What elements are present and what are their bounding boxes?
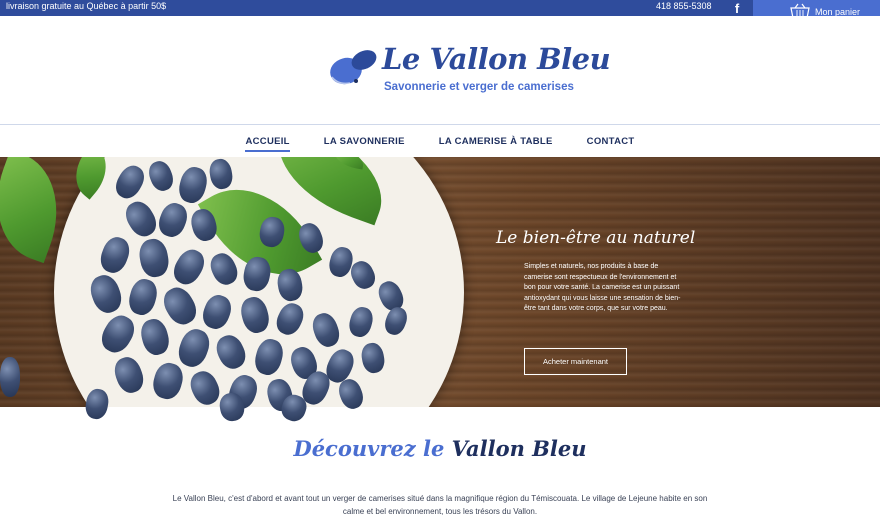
nav-item-la-camerise-a-table[interactable]: LA CAMERISE À TABLE bbox=[422, 136, 570, 147]
top-bar: livraison gratuite au Québec à partir 50… bbox=[0, 0, 880, 16]
nav-item-la-savonnerie[interactable]: LA SAVONNERIE bbox=[307, 136, 422, 147]
discover-title-part1: Découvrez le bbox=[293, 436, 445, 461]
hero-description: Simples et naturels, nos produits à base… bbox=[524, 263, 681, 312]
brand-name[interactable]: Le Vallon Bleu bbox=[382, 42, 611, 76]
phone-number[interactable]: 418 855-5308 bbox=[656, 0, 712, 13]
nav-item-accueil[interactable]: ACCUEIL bbox=[228, 136, 306, 152]
hero-title: Le bien-être au naturel bbox=[496, 228, 696, 248]
facebook-icon[interactable]: f bbox=[722, 0, 752, 16]
free-shipping-notice: livraison gratuite au Québec à partir 50… bbox=[6, 1, 167, 11]
brand-tagline: Savonnerie et verger de camerises bbox=[384, 81, 574, 93]
berry-image bbox=[0, 357, 20, 397]
discover-title-part2: Vallon Bleu bbox=[451, 436, 587, 461]
nav-item-contact[interactable]: CONTACT bbox=[570, 136, 652, 147]
discover-text: Le Vallon Bleu, c'est d'abord et avant t… bbox=[172, 494, 708, 516]
buy-now-button[interactable]: Acheter maintenant bbox=[524, 348, 627, 375]
discover-title: Découvrez le Vallon Bleu bbox=[0, 436, 880, 461]
main-nav: ACCUEIL LA SAVONNERIE LA CAMERISE À TABL… bbox=[0, 125, 880, 157]
logo-icon[interactable] bbox=[324, 47, 378, 89]
